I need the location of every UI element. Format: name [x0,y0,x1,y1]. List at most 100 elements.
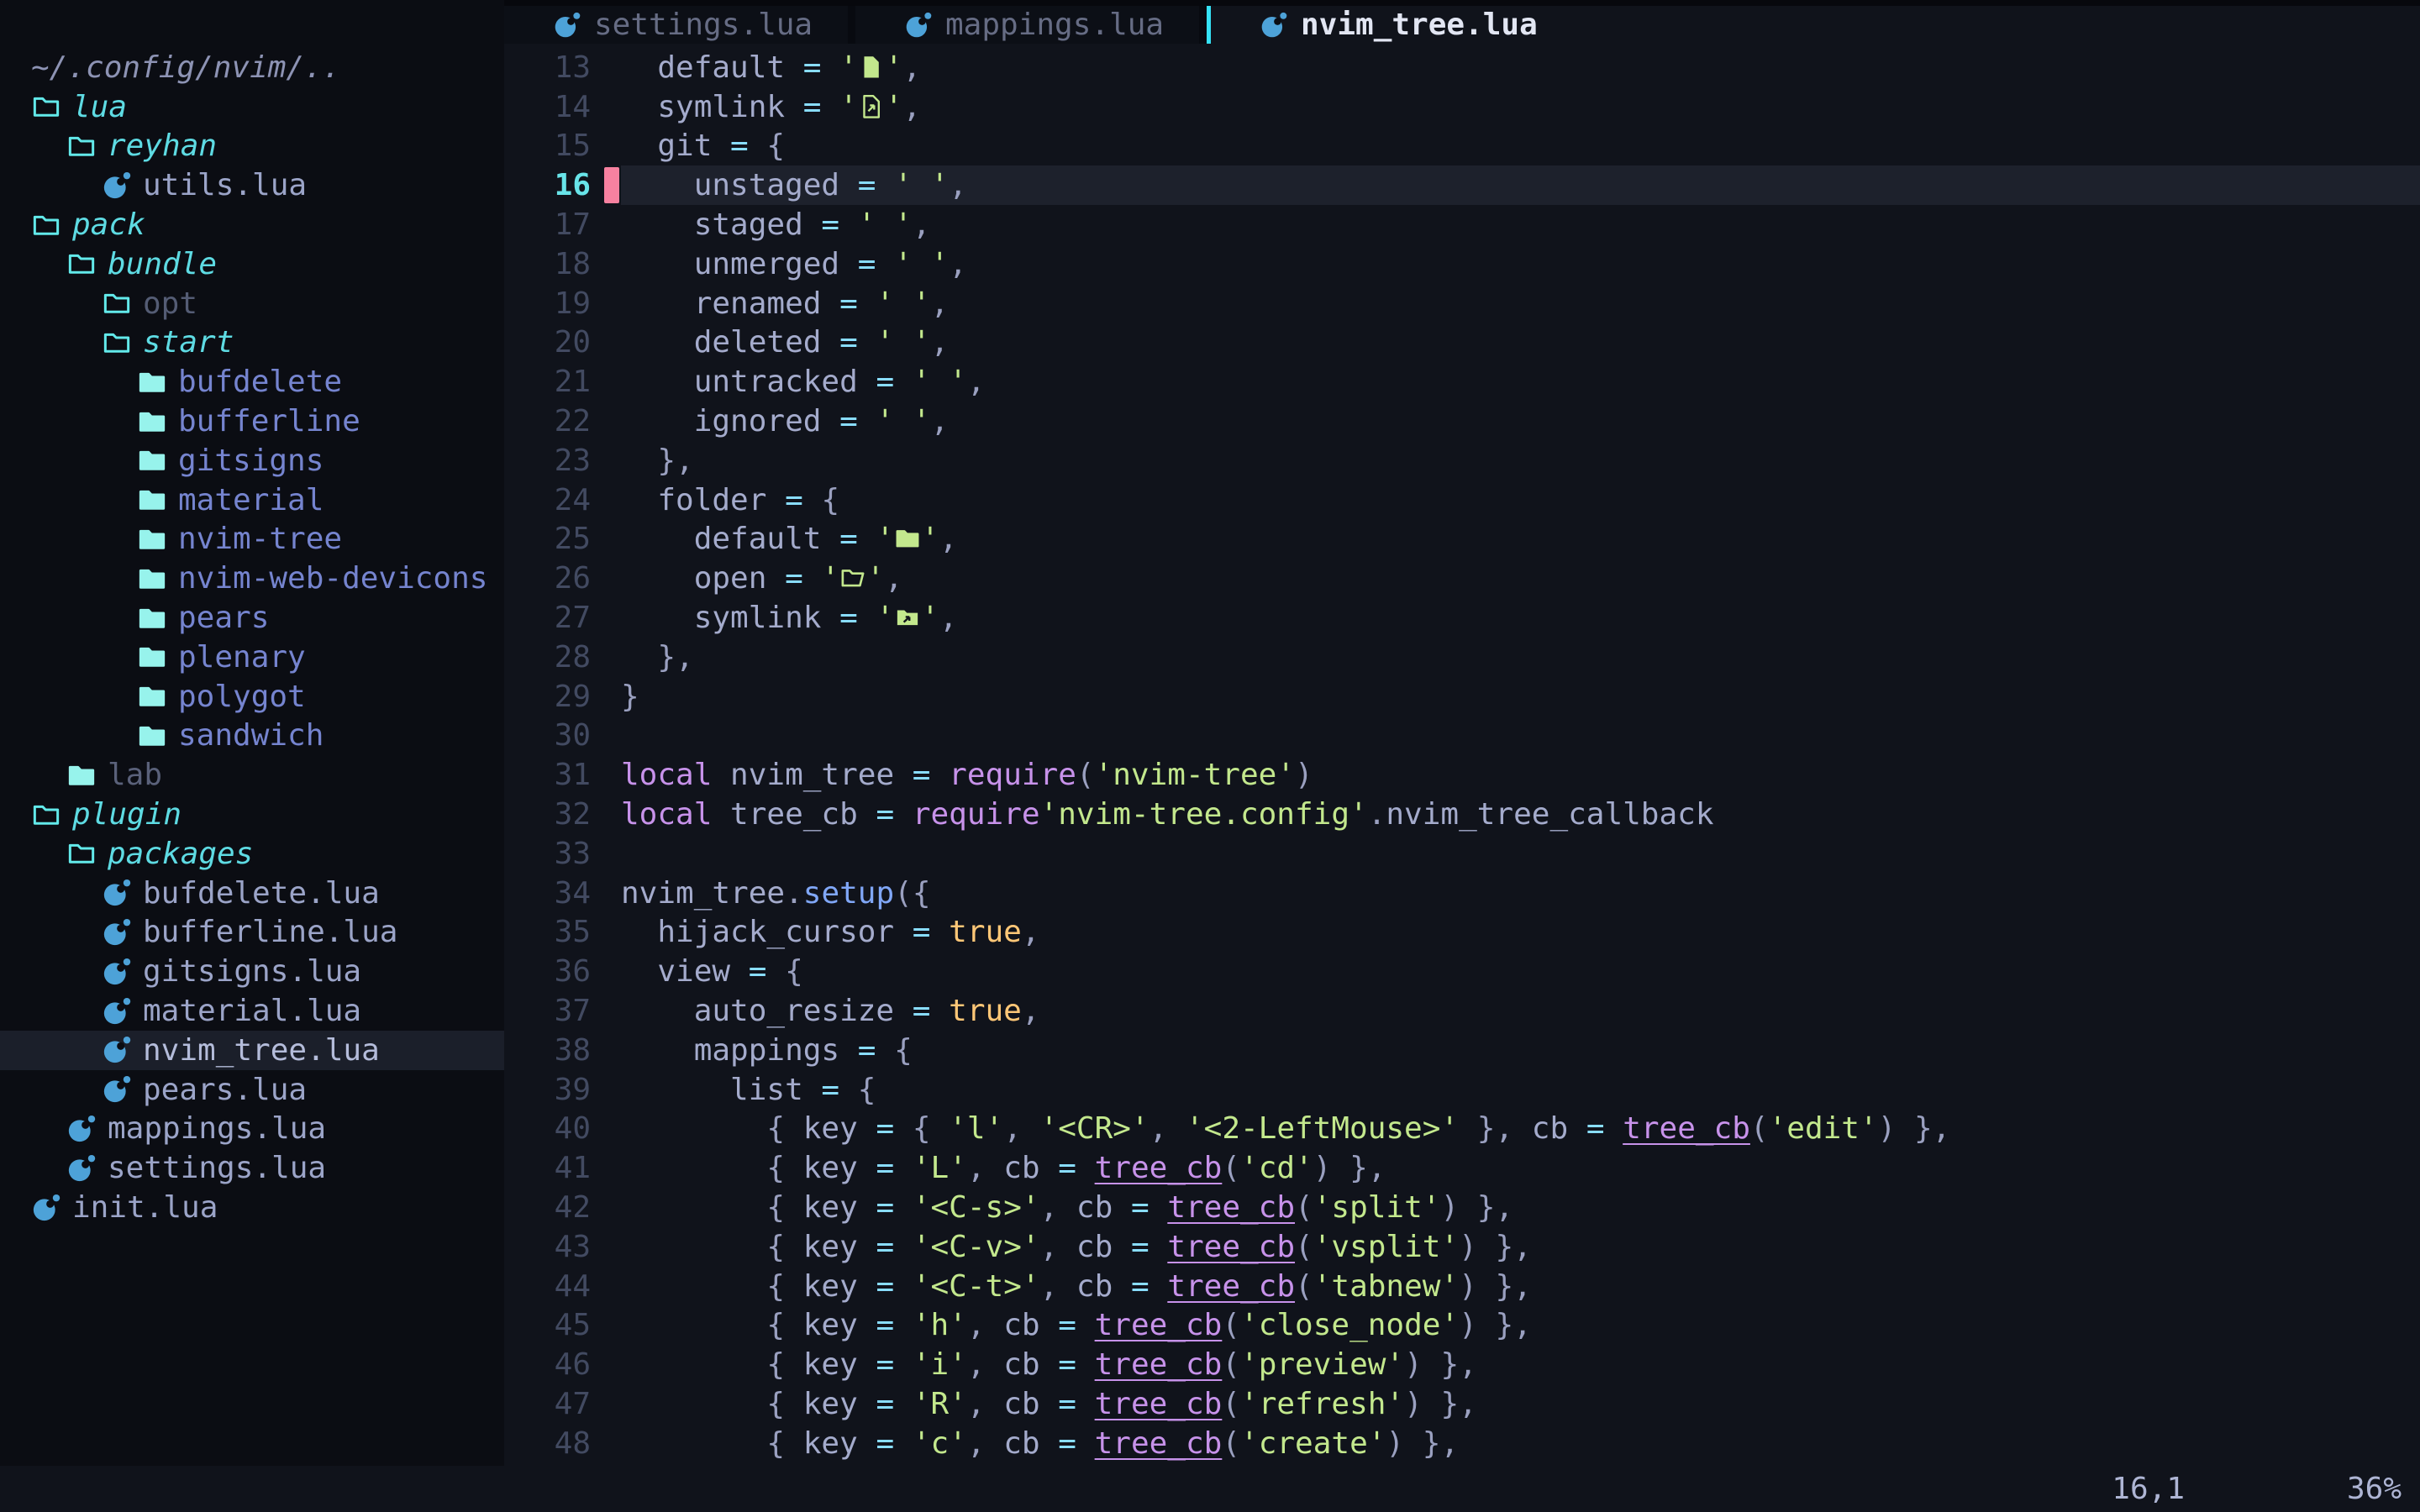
lua-icon [31,1193,61,1223]
code-line-37[interactable]: 37 auto_resize = true, [504,991,2420,1031]
code-line-48[interactable]: 48 { key = 'c', cb = tree_cb('create') }… [504,1424,2420,1463]
code-line-47[interactable]: 47 { key = 'R', cb = tree_cb('refresh') … [504,1384,2420,1424]
code-text: { key = 'i', cb = tree_cb('preview') }, [621,1347,1477,1382]
tree-item-plugin[interactable]: plugin [0,795,504,834]
code-text: hijack_cursor = true, [621,915,1040,949]
code-line-33[interactable]: 33 [504,834,2420,874]
line-number: 24 [504,483,591,517]
code-line-42[interactable]: 42 { key = '<C-s>', cb = tree_cb('split'… [504,1188,2420,1227]
code-text: ignored = ' ', [621,404,949,438]
lua-icon [904,11,933,39]
code-line-44[interactable]: 44 { key = '<C-t>', cb = tree_cb('tabnew… [504,1267,2420,1306]
code-line-30[interactable]: 30 [504,717,2420,756]
code-line-13[interactable]: 13 default = '', [504,48,2420,87]
tree-item-plenary[interactable]: plenary [0,638,504,677]
code-text: { key = 'c', cb = tree_cb('create') }, [621,1426,1459,1461]
tree-item-bufferline-lua[interactable]: bufferline.lua [0,913,504,953]
code-line-20[interactable]: 20 deleted = ' ', [504,323,2420,363]
tree-item-opt[interactable]: opt [0,284,504,323]
line-number: 27 [504,601,591,635]
tree-item-settings-lua[interactable]: settings.lua [0,1148,504,1188]
file-icon [858,54,885,81]
code-line-41[interactable]: 41 { key = 'L', cb = tree_cb('cd') }, [504,1148,2420,1188]
file-symlink-icon [858,93,885,120]
tree-item-material[interactable]: material [0,480,504,520]
tree-item-utils-lua[interactable]: utils.lua [0,165,504,205]
code-line-36[interactable]: 36 view = { [504,952,2420,991]
code-line-25[interactable]: 25 default = '', [504,520,2420,559]
tree-item-nvim-tree[interactable]: nvim-tree [0,520,504,559]
tree-item-gitsigns[interactable]: gitsigns [0,441,504,480]
code-line-45[interactable]: 45 { key = 'h', cb = tree_cb('close_node… [504,1306,2420,1346]
code-line-31[interactable]: 31local nvim_tree = require('nvim-tree') [504,755,2420,795]
tree-item-init-lua[interactable]: init.lua [0,1188,504,1227]
tree-item-bundle[interactable]: bundle [0,244,504,284]
tab-settings-lua[interactable]: settings.lua [504,6,855,44]
code-line-26[interactable]: 26 open = '', [504,559,2420,598]
tree-item-mappings-lua[interactable]: mappings.lua [0,1110,504,1149]
code-line-27[interactable]: 27 symlink = '', [504,598,2420,638]
tree-item-label: mappings.lua [108,1111,326,1146]
tab-mappings-lua[interactable]: mappings.lua [855,6,1207,44]
code-line-29[interactable]: 29} [504,677,2420,717]
tree-item-packages[interactable]: packages [0,834,504,874]
tree-item-nvim-web-devicons[interactable]: nvim-web-devicons [0,559,504,598]
tab-nvim_tree-lua[interactable]: nvim_tree.lua [1211,6,1639,44]
code-line-38[interactable]: 38 mappings = { [504,1031,2420,1070]
tree-item-polygot[interactable]: polygot [0,677,504,717]
tree-item-bufdelete[interactable]: bufdelete [0,362,504,402]
tree-item-lab[interactable]: lab [0,755,504,795]
line-number: 30 [504,718,591,753]
tree-item-pack[interactable]: pack [0,205,504,244]
code-text: git = { [621,129,785,163]
tree-item-lua[interactable]: lua [0,87,504,127]
code-text: { key = 'R', cb = tree_cb('refresh') }, [621,1387,1477,1421]
folder-open-icon [31,210,61,240]
tree-item-gitsigns-lua[interactable]: gitsigns.lua [0,952,504,991]
code-line-32[interactable]: 32local tree_cb = require'nvim-tree.conf… [504,795,2420,834]
lua-icon [102,917,132,948]
tree-item-label: sandwich [178,718,324,753]
tree-item-material-lua[interactable]: material.lua [0,991,504,1031]
tree-item-label: start [143,325,234,360]
sign-column [591,127,621,166]
tree-item-reyhan[interactable]: reyhan [0,127,504,166]
code-text: { key = 'L', cb = tree_cb('cd') }, [621,1151,1386,1185]
code-line-23[interactable]: 23 }, [504,441,2420,480]
code-line-18[interactable]: 18 unmerged = ' ', [504,244,2420,284]
code-line-19[interactable]: 19 renamed = ' ', [504,284,2420,323]
code-line-39[interactable]: 39 list = { [504,1070,2420,1110]
line-number: 32 [504,797,591,832]
tree-item-pears-lua[interactable]: pears.lua [0,1070,504,1110]
sign-column [591,441,621,480]
line-number: 42 [504,1190,591,1225]
tree-root-path[interactable]: ~/.config/nvim/.. [0,48,504,87]
folder-symlink-icon [894,604,921,631]
folder-icon [137,445,167,475]
code-line-16[interactable]: 16 unstaged = ' ', [504,165,2420,205]
folder-open-icon [839,564,866,591]
code-line-28[interactable]: 28 }, [504,638,2420,677]
sign-column [591,913,621,953]
code-line-40[interactable]: 40 { key = { 'l', '<CR>', '<2-LeftMouse>… [504,1110,2420,1149]
sign-column [591,284,621,323]
tree-item-sandwich[interactable]: sandwich [0,717,504,756]
code-line-24[interactable]: 24 folder = { [504,480,2420,520]
code-line-22[interactable]: 22 ignored = ' ', [504,402,2420,441]
code-line-14[interactable]: 14 symlink = '', [504,87,2420,127]
tree-item-nvim-tree-lua[interactable]: nvim_tree.lua [0,1031,504,1070]
code-line-46[interactable]: 46 { key = 'i', cb = tree_cb('preview') … [504,1345,2420,1384]
code-line-21[interactable]: 21 untracked = ' ', [504,362,2420,402]
code-line-17[interactable]: 17 staged = ' ', [504,205,2420,244]
code-line-43[interactable]: 43 { key = '<C-v>', cb = tree_cb('vsplit… [504,1227,2420,1267]
code-line-34[interactable]: 34nvim_tree.setup({ [504,874,2420,913]
tree-item-bufdelete-lua[interactable]: bufdelete.lua [0,874,504,913]
code-line-15[interactable]: 15 git = { [504,127,2420,166]
tree-item-bufferline[interactable]: bufferline [0,402,504,441]
tree-item-start[interactable]: start [0,323,504,363]
tree-item-pears[interactable]: pears [0,598,504,638]
folder-icon [137,681,167,711]
code-line-35[interactable]: 35 hijack_cursor = true, [504,913,2420,953]
lua-icon [102,1074,132,1105]
sign-column [591,755,621,795]
